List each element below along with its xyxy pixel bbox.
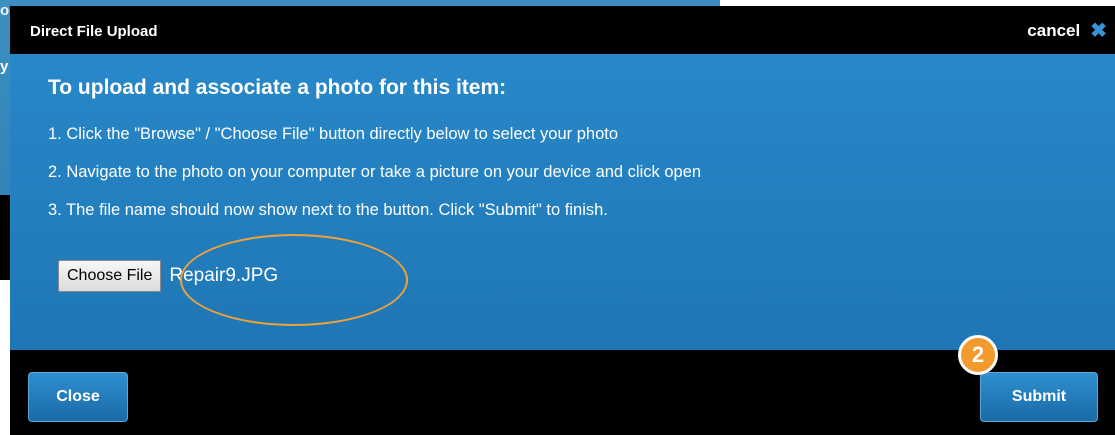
step-number-badge: 2 bbox=[958, 335, 998, 375]
modal-footer: Close Submit bbox=[10, 350, 1115, 435]
background-text-fragment-2: y bbox=[0, 58, 9, 75]
modal-header: Direct File Upload cancel ✖ bbox=[10, 6, 1115, 54]
cancel-button[interactable]: cancel ✖ bbox=[1027, 21, 1107, 41]
modal-title: Direct File Upload bbox=[30, 23, 158, 40]
close-x-icon[interactable]: ✖ bbox=[1090, 21, 1107, 41]
instruction-step: 2. Navigate to the photo on your compute… bbox=[48, 163, 702, 181]
instruction-step: 3. The file name should now show next to… bbox=[48, 201, 608, 219]
instructions-list: 1. Click the "Browse" / "Choose File" bu… bbox=[48, 124, 701, 238]
modal-body: To upload and associate a photo for this… bbox=[10, 54, 1115, 350]
cancel-label[interactable]: cancel bbox=[1027, 21, 1080, 41]
highlight-ellipse bbox=[180, 234, 408, 326]
instruction-step: 1. Click the "Browse" / "Choose File" bu… bbox=[48, 125, 619, 143]
instructions-heading: To upload and associate a photo for this… bbox=[48, 76, 507, 99]
upload-modal: Direct File Upload cancel ✖ To upload an… bbox=[10, 6, 1115, 435]
choose-file-button[interactable]: Choose File bbox=[58, 260, 162, 292]
close-button[interactable]: Close bbox=[28, 372, 128, 422]
submit-button[interactable]: Submit bbox=[980, 372, 1098, 422]
